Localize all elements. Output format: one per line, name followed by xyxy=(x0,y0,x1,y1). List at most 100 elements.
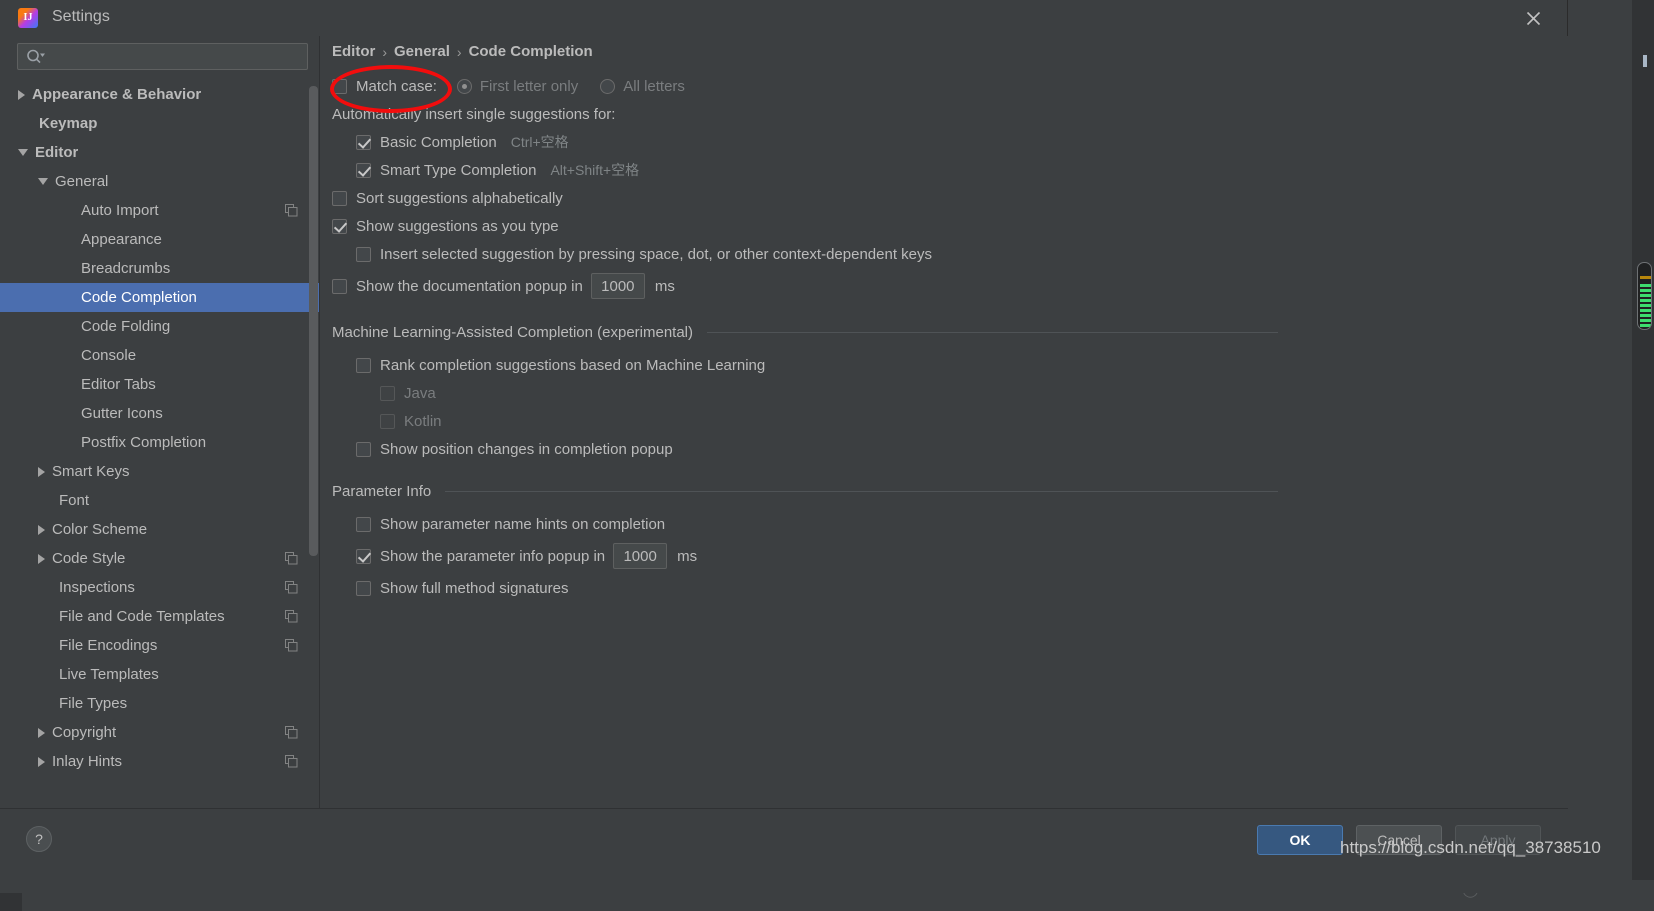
sidebar-item-keymap[interactable]: Keymap xyxy=(0,109,320,138)
sidebar-item-label: Appearance xyxy=(81,231,162,248)
ok-button[interactable]: OK xyxy=(1257,825,1343,855)
match-case-checkbox[interactable] xyxy=(332,78,347,94)
sidebar-item-editor-tabs[interactable]: Editor Tabs xyxy=(0,370,320,399)
ml-rank-checkbox[interactable] xyxy=(356,357,371,373)
sidebar-scrollbar-thumb[interactable] xyxy=(309,86,318,556)
sidebar-item-code-folding[interactable]: Code Folding xyxy=(0,312,320,341)
doc-popup-delay-input[interactable] xyxy=(590,273,645,299)
sidebar-item-color-scheme[interactable]: Color Scheme xyxy=(0,515,320,544)
ide-right-marker xyxy=(1643,55,1647,67)
sidebar-item-label: Postfix Completion xyxy=(81,434,207,451)
search-input[interactable] xyxy=(17,43,308,70)
ml-position-changes-checkbox[interactable] xyxy=(356,441,371,457)
sidebar-item-copyright[interactable]: Copyright xyxy=(0,718,320,747)
basic-completion-shortcut: Ctrl+空格 xyxy=(510,134,569,150)
parameter-info-section-header: Parameter Info xyxy=(320,483,1568,500)
match-case-row: Match case: First letter only All letter… xyxy=(320,72,1568,100)
sidebar-item-font[interactable]: Font xyxy=(0,486,320,515)
sidebar-item-label: Code Completion xyxy=(81,289,197,306)
code-completion-form: Match case: First letter only All letter… xyxy=(320,72,1568,602)
sidebar-item-live-templates[interactable]: Live Templates xyxy=(0,660,320,689)
param-popup-delay-input[interactable] xyxy=(613,543,668,569)
param-name-hints-checkbox[interactable] xyxy=(356,516,371,532)
dialog-footer: ? OK Cancel Apply xyxy=(0,808,1568,893)
help-button[interactable]: ? xyxy=(26,826,52,852)
ml-section-rule xyxy=(707,332,1278,333)
all-letters-label: All letters xyxy=(623,77,685,95)
smart-type-completion-checkbox[interactable] xyxy=(356,162,371,178)
sidebar-item-appearance[interactable]: Appearance xyxy=(0,225,320,254)
param-popup-delay-checkbox[interactable] xyxy=(356,548,371,564)
sidebar-item-label: Gutter Icons xyxy=(81,405,163,422)
chevron-right-icon[interactable] xyxy=(38,524,45,535)
chevron-right-icon[interactable] xyxy=(38,727,45,738)
copy-settings-icon xyxy=(285,610,298,627)
sidebar-item-label: General xyxy=(55,173,109,190)
chevron-down-icon[interactable] xyxy=(18,149,28,156)
ml-rank-label: Rank completion suggestions based on Mac… xyxy=(380,356,766,374)
breadcrumb-part-general[interactable]: General xyxy=(394,43,450,60)
sidebar-item-auto-import[interactable]: Auto Import xyxy=(0,196,320,225)
close-icon[interactable] xyxy=(1521,6,1545,30)
settings-sidebar: Appearance & Behavior Keymap Editor General… xyxy=(0,36,320,808)
ml-kotlin-checkbox[interactable] xyxy=(380,413,395,429)
settings-dialog: IJ Settings Appearance & Behavior Keymap… xyxy=(0,0,1568,893)
breadcrumb-part-editor[interactable]: Editor xyxy=(332,43,375,60)
all-letters-radio[interactable] xyxy=(600,78,616,94)
sidebar-item-label: File and Code Templates xyxy=(59,608,225,625)
chevron-right-icon[interactable] xyxy=(38,756,45,767)
match-case-label: Match case: xyxy=(356,77,437,95)
show-as-you-type-checkbox[interactable] xyxy=(332,218,347,234)
sidebar-item-code-style[interactable]: Code Style xyxy=(0,544,320,573)
sidebar-item-editor[interactable]: Editor xyxy=(0,138,320,167)
settings-content: Editor › General › Code Completion Match… xyxy=(320,36,1568,808)
settings-tree[interactable]: Appearance & Behavior Keymap Editor General… xyxy=(0,80,320,808)
sidebar-item-gutter-icons[interactable]: Gutter Icons xyxy=(0,399,320,428)
doc-popup-checkbox[interactable] xyxy=(332,278,347,294)
insert-selected-checkbox[interactable] xyxy=(356,246,371,262)
ml-section-header: Machine Learning-Assisted Completion (ex… xyxy=(320,324,1568,341)
ml-java-row: Java xyxy=(320,379,1568,407)
sort-alphabetically-checkbox[interactable] xyxy=(332,190,347,206)
param-popup-delay-label: Show the parameter info popup in xyxy=(380,547,606,565)
sidebar-item-general[interactable]: General xyxy=(0,167,320,196)
sidebar-item-label: Editor xyxy=(35,144,79,161)
sidebar-item-label: File Types xyxy=(59,695,128,712)
sidebar-item-code-completion[interactable]: Code Completion xyxy=(0,283,320,312)
sidebar-item-appearance-behavior[interactable]: Appearance & Behavior xyxy=(0,80,320,109)
ml-java-checkbox[interactable] xyxy=(380,385,395,401)
sidebar-item-breadcrumbs[interactable]: Breadcrumbs xyxy=(0,254,320,283)
sidebar-item-console[interactable]: Console xyxy=(0,341,320,370)
chevron-right-icon[interactable] xyxy=(38,466,45,477)
sort-alphabetically-row: Sort suggestions alphabetically xyxy=(320,184,1568,212)
full-method-signatures-label: Show full method signatures xyxy=(380,579,569,597)
sidebar-item-smart-keys[interactable]: Smart Keys xyxy=(0,457,320,486)
dialog-title: Settings xyxy=(52,8,110,25)
first-letter-only-radio[interactable] xyxy=(456,78,472,94)
parameter-info-section-title: Parameter Info xyxy=(332,483,432,500)
sidebar-item-postfix-completion[interactable]: Postfix Completion xyxy=(0,428,320,457)
inspection-warning-mark xyxy=(1640,276,1651,279)
sidebar-item-inspections[interactable]: Inspections xyxy=(0,573,320,602)
sidebar-item-label: Auto Import xyxy=(81,202,159,219)
sidebar-item-inlay-hints[interactable]: Inlay Hints xyxy=(0,747,320,776)
auto-insert-group-label-row: Automatically insert single suggestions … xyxy=(320,100,1568,128)
sidebar-item-file-and-code-templates[interactable]: File and Code Templates xyxy=(0,602,320,631)
chevron-down-icon[interactable] xyxy=(38,178,48,185)
full-method-signatures-checkbox[interactable] xyxy=(356,580,371,596)
sidebar-item-file-types[interactable]: File Types xyxy=(0,689,320,718)
search-box[interactable] xyxy=(17,43,308,70)
basic-completion-checkbox[interactable] xyxy=(356,134,371,150)
chevron-right-icon[interactable] xyxy=(18,89,25,100)
sidebar-item-file-encodings[interactable]: File Encodings xyxy=(0,631,320,660)
sidebar-item-label: Code Folding xyxy=(81,318,171,335)
basic-completion-label: Basic Completion xyxy=(380,133,497,151)
chevron-right-icon[interactable] xyxy=(38,553,45,564)
